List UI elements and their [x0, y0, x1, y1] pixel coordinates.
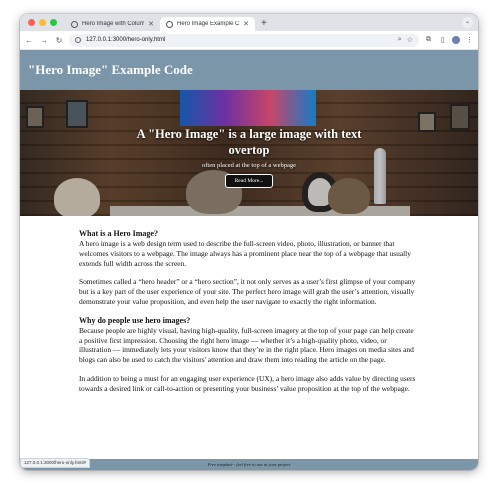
- paragraph: Because people are highly visual, having…: [79, 325, 414, 365]
- window-controls: [20, 14, 65, 31]
- reload-icon[interactable]: ↻: [54, 36, 64, 45]
- tab-search-chevron-icon[interactable]: ⌄: [462, 17, 473, 28]
- profile-avatar[interactable]: [452, 36, 460, 44]
- close-tab-icon[interactable]: ✕: [243, 20, 249, 28]
- close-window-button[interactable]: [28, 19, 35, 26]
- globe-icon: [71, 20, 78, 28]
- status-bar-url: 127.0.0.1:3000/hero-only.html#: [20, 458, 90, 468]
- forward-arrow-icon[interactable]: →: [39, 36, 49, 45]
- tab-strip: Hero Image with Columns ✕ Hero Image Exa…: [20, 14, 478, 31]
- hero-subheading: often placed at the top of a webpage: [201, 162, 297, 169]
- menu-kebab-icon[interactable]: ⋮: [465, 36, 474, 44]
- paragraph: In addition to being a must for an engag…: [79, 373, 416, 393]
- section-heading-why-use: Why do people use hero images?: [79, 315, 191, 325]
- hero-heading: A "Hero Image" is a large image with tex…: [136, 127, 362, 157]
- minimize-window-button[interactable]: [39, 19, 46, 26]
- sidebar-icon[interactable]: ▯: [438, 36, 447, 44]
- url-text[interactable]: 127.0.0.1:3000/hero-only.html: [86, 37, 393, 43]
- tab-hero-image-with-columns[interactable]: Hero Image with Columns ✕: [65, 17, 160, 31]
- hero-text: A "Hero Image" is a large image with tex…: [20, 90, 478, 216]
- paragraph: A hero image is a web design term used t…: [79, 239, 411, 268]
- browser-window: Hero Image with Columns ✕ Hero Image Exa…: [20, 14, 478, 470]
- bookmark-star-icon[interactable]: ☆: [407, 36, 413, 44]
- paragraph: Sometimes called a “hero header” or a “h…: [79, 277, 416, 306]
- site-header: "Hero Image" Example Code: [20, 50, 478, 90]
- globe-icon: [166, 20, 173, 28]
- site-info-icon[interactable]: [75, 37, 81, 43]
- maximize-window-button[interactable]: [50, 19, 57, 26]
- extensions-puzzle-icon[interactable]: ⧉: [424, 36, 433, 44]
- footer-text: Free template - feel free to use in your…: [207, 462, 291, 467]
- site-title: "Hero Image" Example Code: [28, 62, 193, 77]
- zoom-icon[interactable]: ⌕: [398, 36, 402, 44]
- browser-toolbar: ← → ↻ 127.0.0.1:3000/hero-only.html ⌕ ☆ …: [20, 31, 478, 50]
- tab-title: Hero Image with Columns: [82, 21, 145, 27]
- hero-section: A "Hero Image" is a large image with tex…: [20, 90, 478, 216]
- read-more-button[interactable]: Read More...: [224, 174, 274, 188]
- section-heading-what-is-hero: What is a Hero Image?: [79, 229, 158, 238]
- address-bar[interactable]: 127.0.0.1:3000/hero-only.html ⌕ ☆: [69, 33, 419, 47]
- tab-hero-image-example-code[interactable]: Hero Image Example Code ✕: [160, 17, 255, 31]
- tab-title: Hero Image Example Code: [177, 21, 240, 27]
- back-arrow-icon[interactable]: ←: [24, 36, 34, 45]
- article-content: What is a Hero Image? A hero image is a …: [20, 216, 478, 394]
- webpage: "Hero Image" Example Code A "Hero Image"…: [20, 50, 478, 470]
- new-tab-button[interactable]: +: [255, 18, 273, 31]
- close-tab-icon[interactable]: ✕: [148, 20, 154, 28]
